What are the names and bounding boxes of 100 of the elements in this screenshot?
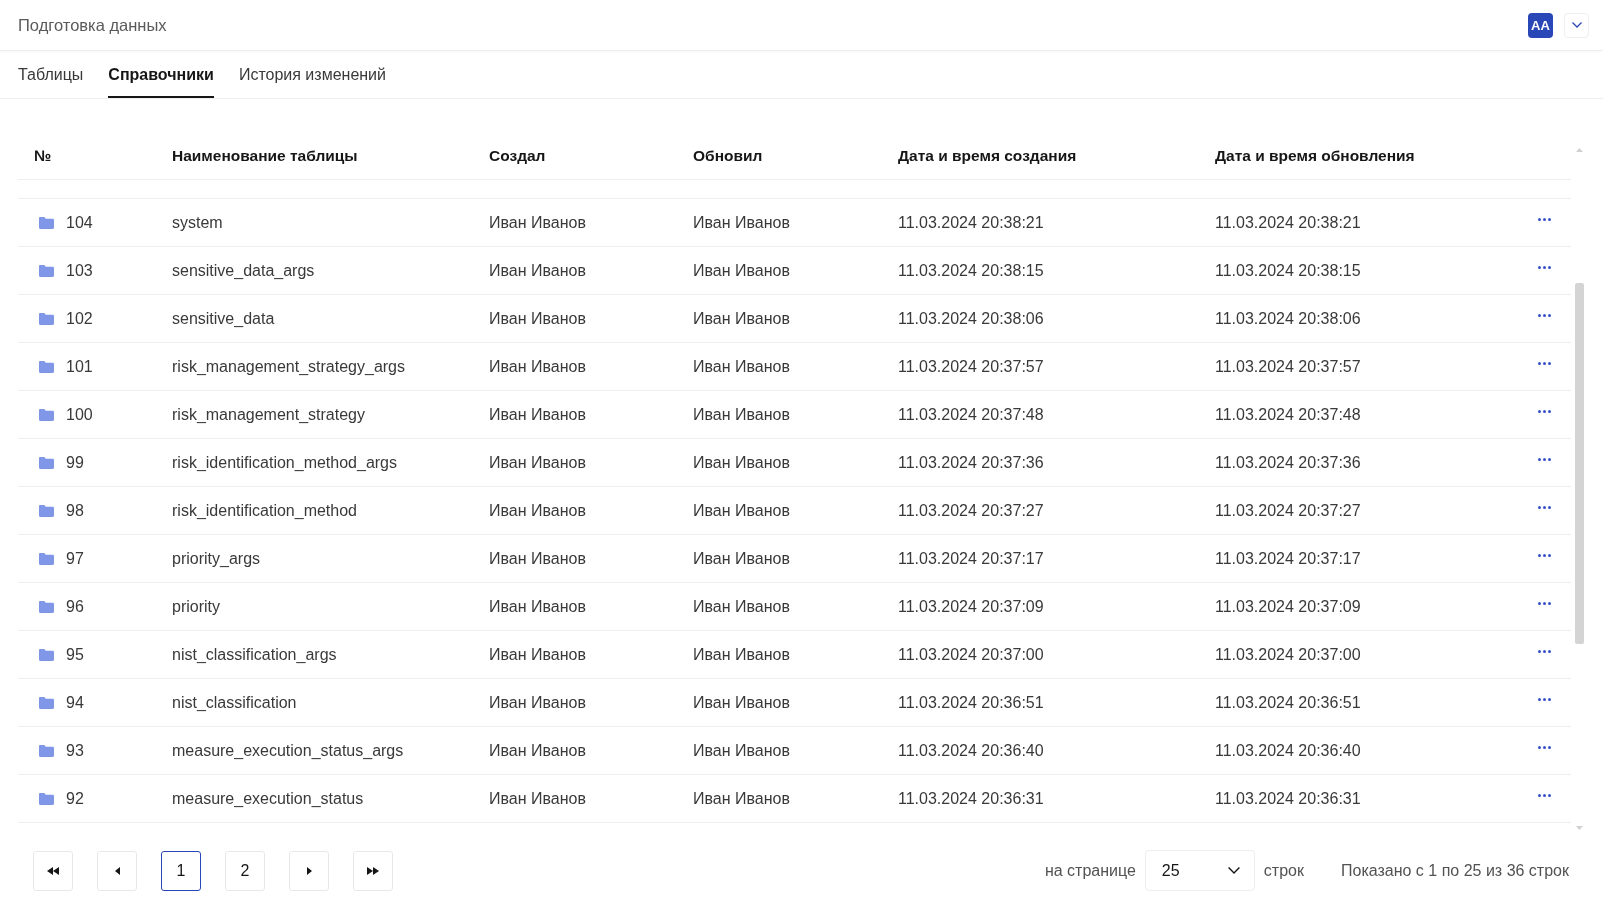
table-cell-text: 11.03.2024 20:38:21 — [898, 212, 1044, 233]
table-cell-text: 11.03.2024 20:37:00 — [1215, 644, 1361, 665]
table-cell-text: nist_classification_args — [172, 644, 337, 665]
table-cell-text: Иван Иванов — [693, 692, 790, 713]
table-cell-text: priority_args — [172, 548, 261, 569]
folder-icon — [39, 408, 54, 421]
folder-icon — [39, 264, 54, 277]
more-icon — [1538, 602, 1551, 605]
more-icon — [1538, 266, 1551, 269]
table-cell-text: measure_execution_status — [172, 788, 364, 809]
table-cell-text: 11.03.2024 20:37:48 — [898, 404, 1044, 425]
table-cell-text: sensitive_data_args — [172, 260, 315, 281]
last-page-button[interactable] — [353, 850, 393, 891]
table-cell-text: 11.03.2024 20:37:36 — [1215, 452, 1361, 473]
table-cell-text: risk_identification_method_args — [172, 452, 397, 473]
folder-icon — [39, 216, 54, 229]
table-cell-text: 11.03.2024 20:38:15 — [898, 260, 1044, 281]
table-cell-text: Иван Иванов — [489, 740, 586, 761]
table-cell-text: system — [172, 212, 223, 233]
folder-icon — [39, 360, 54, 373]
scrollbar-thumb[interactable] — [1574, 283, 1584, 644]
table-cell-text: risk_identification_method — [172, 500, 357, 521]
column-header: Дата и время создания — [898, 145, 1077, 166]
user-avatar[interactable]: AA — [1528, 12, 1553, 38]
table-cell-text: Иван Иванов — [489, 548, 586, 569]
page-button[interactable]: 2 — [225, 850, 265, 891]
table-cell-text: 98 — [66, 500, 84, 521]
table-cell-text: Иван Иванов — [693, 644, 790, 665]
folder-icon — [39, 792, 54, 805]
table-cell-text: 99 — [66, 452, 84, 473]
folder-icon — [39, 600, 54, 613]
table-cell-text: 93 — [66, 740, 84, 761]
table-cell-text: 11.03.2024 20:37:00 — [898, 644, 1044, 665]
table-cell-text: 11.03.2024 20:36:31 — [898, 788, 1044, 809]
table-cell-text: 92 — [66, 788, 84, 809]
table-cell-text: Иван Иванов — [693, 404, 790, 425]
table-cell-text: measure_execution_status_args — [172, 740, 404, 761]
table-cell-text: 11.03.2024 20:36:51 — [898, 692, 1044, 713]
tab[interactable]: Таблицы — [18, 51, 84, 98]
table-cell-text: Иван Иванов — [489, 260, 586, 281]
table-cell-text: 11.03.2024 20:37:17 — [1215, 548, 1361, 569]
tab[interactable]: История изменений — [238, 51, 386, 98]
table-cell-text: 102 — [66, 308, 93, 329]
first-page-button[interactable] — [33, 850, 73, 891]
double-right-triangle-icon — [367, 866, 379, 875]
table-cell-text: 11.03.2024 20:37:17 — [898, 548, 1044, 569]
table-cell-text: 101 — [66, 356, 93, 377]
column-header: № — [33, 145, 52, 166]
table-cell-text: 11.03.2024 20:37:09 — [898, 596, 1044, 617]
table-cell-text: 11.03.2024 20:37:27 — [1215, 500, 1361, 521]
table-cell-text: 11.03.2024 20:36:51 — [1215, 692, 1361, 713]
more-icon — [1538, 410, 1551, 413]
table-cell-text: Иван Иванов — [489, 500, 586, 521]
table-cell-text: 11.03.2024 20:37:36 — [898, 452, 1044, 473]
folder-icon — [39, 696, 54, 709]
folder-icon — [39, 744, 54, 757]
table-cell-text: Иван Иванов — [693, 788, 790, 809]
table-cell-text: Иван Иванов — [693, 260, 790, 281]
more-icon — [1538, 698, 1551, 701]
column-header: Дата и время обновления — [1215, 145, 1415, 166]
folder-icon — [39, 456, 54, 469]
table-cell-text: 11.03.2024 20:37:09 — [1215, 596, 1361, 617]
tab[interactable]: Справочники — [108, 51, 214, 98]
table-cell-text: Иван Иванов — [693, 548, 790, 569]
table-cell-text: 94 — [66, 692, 84, 713]
table-cell-text: Иван Иванов — [693, 596, 790, 617]
table-cell-text: Иван Иванов — [693, 212, 790, 233]
rows-per-page-select[interactable]: 25 — [1144, 850, 1255, 891]
more-icon — [1538, 506, 1551, 509]
double-left-triangle-icon — [47, 866, 59, 875]
table-cell-text: 11.03.2024 20:38:06 — [1215, 308, 1361, 329]
table-cell-text: Иван Иванов — [693, 500, 790, 521]
table-cell-text: 11.03.2024 20:37:27 — [898, 500, 1044, 521]
table-cell-text: Иван Иванов — [489, 692, 586, 713]
column-header: Наименование таблицы — [172, 145, 358, 166]
more-icon — [1538, 794, 1551, 797]
per-page-label: на странице — [1044, 860, 1136, 881]
table-cell-text: Иван Иванов — [489, 644, 586, 665]
table-cell-text: 97 — [66, 548, 84, 569]
table-cell-text: 11.03.2024 20:36:31 — [1215, 788, 1361, 809]
column-header: Обновил — [693, 145, 763, 166]
table-cell-text: 11.03.2024 20:36:40 — [898, 740, 1044, 761]
table-cell-text: 11.03.2024 20:36:40 — [1215, 740, 1361, 761]
table-cell-text: 100 — [66, 404, 93, 425]
folder-icon — [39, 504, 54, 517]
table-cell-text: Иван Иванов — [489, 404, 586, 425]
pagination-summary: Показано с 1 по 25 из 36 строк — [1341, 860, 1569, 881]
table-cell-text: Иван Иванов — [489, 452, 586, 473]
table-cell-text: 11.03.2024 20:38:21 — [1215, 212, 1361, 233]
table-cell-text: Иван Иванов — [489, 308, 586, 329]
more-icon — [1538, 458, 1551, 461]
table-cell-text: Иван Иванов — [489, 212, 586, 233]
table-cell-text: Иван Иванов — [489, 356, 586, 377]
page-button[interactable]: 1 — [161, 850, 201, 891]
table-cell-text: Иван Иванов — [489, 788, 586, 809]
more-icon — [1538, 362, 1551, 365]
folder-icon — [39, 552, 54, 565]
table-cell-text: Иван Иванов — [489, 596, 586, 617]
table-cell-text: 96 — [66, 596, 84, 617]
table-cell-text: 95 — [66, 644, 84, 665]
